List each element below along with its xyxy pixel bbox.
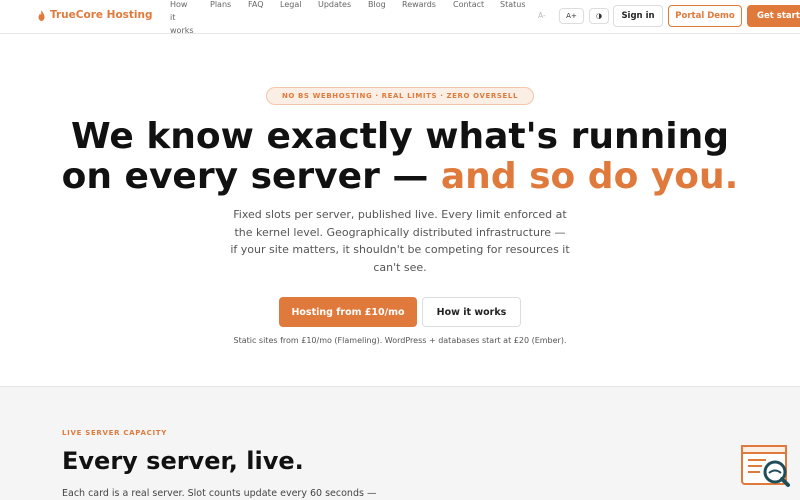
- nav-link-rewards[interactable]: Rewards: [402, 0, 436, 11]
- section-title: Every server, live.: [62, 447, 304, 475]
- brand-logo[interactable]: TrueCore Hosting: [38, 9, 153, 21]
- hero-title-line-2: on every server — and so do you.: [0, 156, 800, 197]
- hosting-from-button[interactable]: Hosting from £10/mo: [279, 297, 417, 327]
- support-widget-button[interactable]: [740, 444, 792, 490]
- nav-link-status[interactable]: Status: [500, 0, 526, 11]
- sign-in-button[interactable]: Sign in: [613, 5, 663, 27]
- theme-toggle-button[interactable]: ◑: [589, 8, 609, 24]
- nav-link-blog[interactable]: Blog: [368, 0, 386, 11]
- nav-link-faq[interactable]: FAQ: [248, 0, 264, 11]
- nav-link-legal[interactable]: Legal: [280, 0, 301, 11]
- hero-badge: NO BS WEBHOSTING · REAL LIMITS · ZERO OV…: [266, 87, 534, 105]
- top-navbar: TrueCore Hosting How it works Plans FAQ …: [0, 0, 800, 37]
- hero-title-accent: and so do you.: [440, 156, 739, 197]
- flame-icon: [38, 9, 45, 21]
- font-decrease-button[interactable]: A-: [538, 11, 546, 20]
- nav-link-updates[interactable]: Updates: [318, 0, 351, 11]
- hero-subtitle: Fixed slots per server, published live. …: [230, 208, 570, 275]
- nav-link-contact[interactable]: Contact: [453, 0, 484, 11]
- brand-name: TrueCore Hosting: [50, 9, 153, 21]
- hero-title-line-1: We know exactly what's running: [70, 116, 730, 157]
- hero-title-plain: on every server —: [61, 156, 441, 197]
- get-started-button[interactable]: Get started: [747, 5, 800, 27]
- nav-link-how-it-works[interactable]: How it works: [170, 0, 198, 37]
- nav-link-plans[interactable]: Plans: [210, 0, 231, 11]
- live-capacity-section: LIVE SERVER CAPACITY Every server, live.…: [0, 386, 800, 500]
- how-it-works-button[interactable]: How it works: [422, 297, 521, 327]
- section-eyebrow: LIVE SERVER CAPACITY: [62, 429, 167, 437]
- portal-demo-button[interactable]: Portal Demo: [668, 5, 742, 27]
- pricing-note: Static sites from £10/mo (Flameling). Wo…: [233, 336, 567, 345]
- search-window-icon: [741, 445, 790, 487]
- section-description: Each card is a real server. Slot counts …: [62, 488, 377, 499]
- font-increase-button[interactable]: A+: [559, 8, 584, 24]
